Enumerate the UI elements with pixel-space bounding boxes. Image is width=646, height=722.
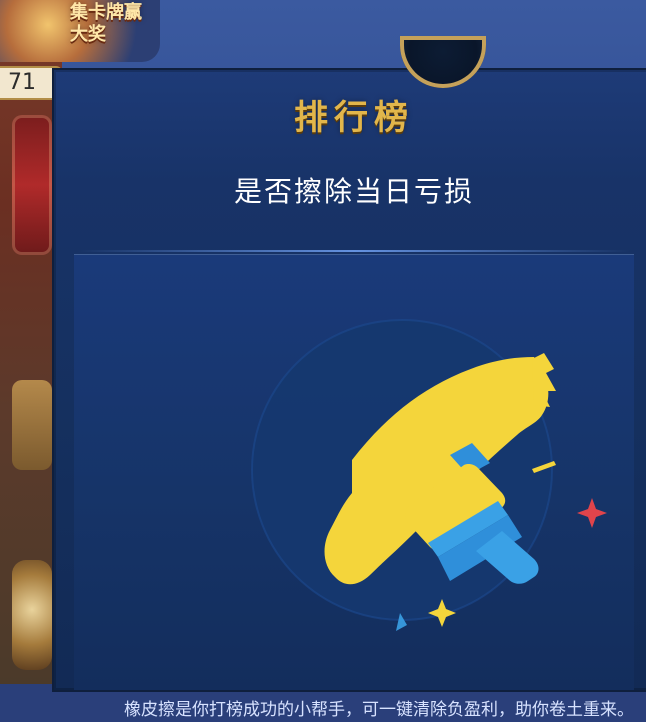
broom-eraser-icon	[251, 319, 607, 631]
top-emblem-icon	[400, 36, 486, 88]
side-treasure-icon[interactable]	[12, 380, 52, 470]
dialog-prompt: 是否擦除当日亏损	[233, 175, 474, 208]
promo-banner[interactable]: 集卡牌赢大奖	[0, 0, 160, 62]
promo-text: 集卡牌赢大奖	[70, 2, 142, 45]
divider	[78, 250, 630, 252]
leaderboard-dialog: 排行榜 是否擦除当日亏损 橡皮擦是你打榜成功的小帮手，可一键清除负盈利，助你卷土…	[52, 36, 646, 720]
sparkle-red-icon	[577, 498, 607, 528]
dialog-title: 排行榜	[294, 98, 414, 138]
dialog-description: 橡皮擦是你打榜成功的小帮手，可一键清除负盈利，助你卷土重来。	[124, 700, 634, 720]
side-card-icon[interactable]	[12, 115, 52, 255]
side-medal-icon[interactable]	[12, 560, 52, 670]
